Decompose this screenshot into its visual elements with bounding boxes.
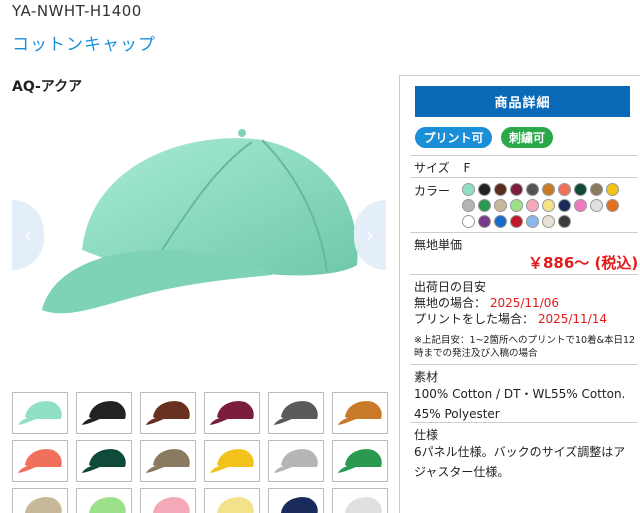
color-swatch[interactable] [462,199,475,212]
divider [410,177,638,178]
color-swatch[interactable] [542,199,555,212]
ship-print-label: プリントをした場合： [414,312,535,326]
color-swatch[interactable] [574,183,587,196]
color-swatch[interactable] [558,199,571,212]
ship-plain-label: 無地の場合： [414,296,487,310]
material-label: 素材 [414,370,439,384]
color-swatch[interactable] [462,215,475,228]
color-swatch[interactable] [510,199,523,212]
product-detail-button[interactable]: 商品詳細 [415,86,630,117]
color-thumbnail[interactable] [140,488,196,513]
color-swatch[interactable] [606,183,619,196]
color-swatch[interactable] [462,183,475,196]
divider [410,155,638,156]
color-thumbnail[interactable] [268,392,324,434]
ship-plain-row: 無地の場合： 2025/11/06 [414,294,559,311]
color-swatch[interactable] [590,183,603,196]
color-swatch[interactable] [478,215,491,228]
divider [410,274,638,275]
color-thumbnail[interactable] [76,392,132,434]
color-thumbnail[interactable] [332,392,388,434]
chevron-right-icon: › [366,223,374,247]
color-thumbnail[interactable] [204,440,260,482]
ship-title: 出荷日の目安 [414,280,487,294]
print-available-badge: プリント可 [415,127,492,148]
product-detail-panel: 商品詳細 プリント可 刺繍可 サイズ F カラー 無地単価 ￥886～ (税込)… [399,75,640,513]
color-swatch[interactable] [542,215,555,228]
ship-plain-date: 2025/11/06 [489,296,560,310]
color-thumbnail[interactable] [76,440,132,482]
ship-print-date: 2025/11/14 [537,312,608,326]
spec-value: 6パネル仕様。バックのサイズ調整はアジャスター仕様。 [414,445,626,479]
size-value: F [463,161,471,175]
color-swatch[interactable] [526,215,539,228]
color-swatch[interactable] [542,183,555,196]
material-value: 100% Cotton / DT・WL55% Cotton. 45% Polye… [414,387,626,421]
color-thumbnail[interactable] [332,488,388,513]
divider [410,364,638,365]
main-product-image [42,129,358,314]
color-swatch[interactable] [478,183,491,196]
color-swatch[interactable] [526,199,539,212]
color-thumbnail[interactable] [76,488,132,513]
embroidery-available-badge: 刺繍可 [501,127,553,148]
color-swatch[interactable] [558,215,571,228]
color-thumbnail[interactable] [204,488,260,513]
color-swatch[interactable] [494,183,507,196]
color-thumbnail[interactable] [332,440,388,482]
color-swatch[interactable] [606,199,619,212]
unit-price-label: 無地単価 [414,238,463,252]
color-swatch[interactable] [494,199,507,212]
color-swatch[interactable] [510,183,523,196]
divider [410,422,638,423]
color-thumbnail[interactable] [12,392,68,434]
color-swatch[interactable] [590,199,603,212]
size-row: サイズ F [414,159,470,176]
unit-price: ￥886～ (税込) [528,254,639,272]
color-thumbnail[interactable] [204,392,260,434]
color-thumbnail[interactable] [140,440,196,482]
color-swatch[interactable] [558,183,571,196]
color-swatch[interactable] [478,199,491,212]
color-label: カラー [414,184,451,198]
divider [410,232,638,233]
color-thumbnail[interactable] [268,440,324,482]
color-swatch[interactable] [510,215,523,228]
color-thumbnail[interactable] [12,488,68,513]
color-thumbnail[interactable] [268,488,324,513]
chevron-left-icon: ‹ [24,223,32,247]
ship-note: ※上記目安：1~2箇所へのプリントで10着&本日12時までの発注及び入稿の場合 [414,335,636,359]
spec-label: 仕様 [414,428,439,442]
product-sku: YA-NWHT-H1400 [12,2,142,20]
ship-print-row: プリントをした場合： 2025/11/14 [414,310,607,327]
color-swatch[interactable] [494,215,507,228]
color-thumbnail[interactable] [12,440,68,482]
color-swatch[interactable] [526,183,539,196]
product-name: コットンキャップ [12,35,156,55]
selected-color-name: AQ-アクア [12,79,83,95]
color-swatch[interactable] [574,199,587,212]
size-label: サイズ [414,161,450,175]
color-thumbnail[interactable] [140,392,196,434]
